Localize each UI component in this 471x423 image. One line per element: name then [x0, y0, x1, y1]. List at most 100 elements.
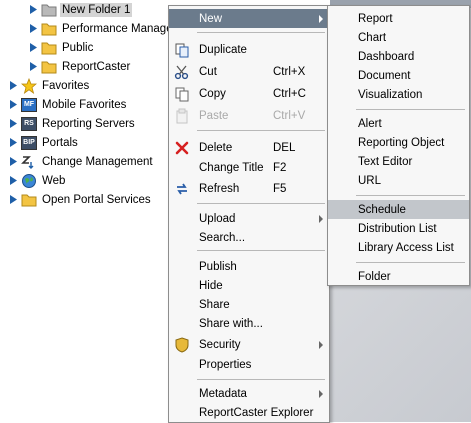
tree-item-label: Mobile Favorites: [42, 98, 127, 111]
menu-item-publish[interactable]: Publish: [169, 257, 329, 276]
submenu-arrow-icon: [319, 215, 323, 223]
menu-separator: [197, 203, 325, 204]
menu-item-label: Library Access List: [358, 241, 454, 254]
menu-item-label: Distribution List: [358, 222, 437, 235]
expand-arrow-icon[interactable]: [8, 171, 18, 190]
tree-item-label: Public: [62, 41, 94, 54]
menu-item-label: Alert: [358, 117, 382, 130]
expand-arrow-icon[interactable]: [8, 114, 18, 133]
paste-icon: [174, 108, 190, 124]
tree-item-label: Web: [42, 174, 66, 187]
submenu-item-schedule[interactable]: Schedule: [328, 200, 469, 219]
submenu-item-alert[interactable]: Alert: [328, 114, 469, 133]
menu-item-label: Publish: [199, 260, 237, 273]
menu-item-label: Delete: [199, 141, 233, 154]
submenu-item-url[interactable]: URL: [328, 171, 469, 190]
menu-item-cut[interactable]: Cut Ctrl+X: [169, 62, 329, 81]
expand-arrow-icon[interactable]: [28, 19, 38, 38]
menu-item-security[interactable]: Security: [169, 335, 329, 354]
menu-item-label: Hide: [199, 279, 223, 292]
menu-item-label: Duplicate: [199, 43, 247, 56]
tree-item-change-management[interactable]: Change Management: [8, 152, 155, 171]
menu-separator: [197, 379, 325, 380]
menu-item-delete[interactable]: Delete DEL: [169, 138, 329, 157]
expand-arrow-icon[interactable]: [8, 190, 18, 209]
tree-item-portals[interactable]: BIP Portals: [8, 133, 80, 152]
submenu-item-library-access-list[interactable]: Library Access List: [328, 238, 469, 257]
menu-item-share-with[interactable]: Share with...: [169, 314, 329, 333]
tree-item-label: Performance Managem: [62, 22, 183, 35]
tree-item-new-folder-1[interactable]: New Folder 1: [28, 0, 133, 19]
menu-item-change-title[interactable]: Change Title F2: [169, 158, 329, 177]
menu-item-shortcut: Ctrl+C: [273, 87, 306, 100]
submenu-item-text-editor[interactable]: Text Editor: [328, 152, 469, 171]
tree-item-open-portal-services[interactable]: Open Portal Services: [8, 190, 153, 209]
menu-item-label: Reporting Object: [358, 136, 445, 149]
tree-item-performance-management[interactable]: Performance Managem: [28, 19, 184, 38]
menu-item-refresh[interactable]: Refresh F5: [169, 179, 329, 198]
menu-item-label: Dashboard: [358, 50, 415, 63]
menu-item-label: Refresh: [199, 182, 240, 195]
scissors-icon: [174, 64, 190, 80]
submenu-item-visualization[interactable]: Visualization: [328, 85, 469, 104]
submenu-item-report[interactable]: Report: [328, 9, 469, 28]
tree-item-reporting-servers[interactable]: RS Reporting Servers: [8, 114, 137, 133]
tree-item-label: Change Management: [42, 155, 153, 168]
menu-item-new[interactable]: New: [169, 9, 329, 28]
menu-item-label: Folder: [358, 270, 391, 283]
folder-icon: [41, 59, 57, 75]
tree-item-label: Portals: [42, 136, 78, 149]
menu-item-duplicate[interactable]: Duplicate: [169, 40, 329, 59]
menu-item-shortcut: Ctrl+X: [273, 65, 306, 78]
menu-item-metadata[interactable]: Metadata: [169, 384, 329, 403]
expand-arrow-icon[interactable]: [8, 95, 18, 114]
tree-item-favorites[interactable]: Favorites: [8, 76, 91, 95]
menu-separator: [197, 130, 325, 131]
menu-item-shortcut: F2: [273, 161, 287, 174]
menu-separator: [356, 195, 465, 196]
menu-item-shortcut: DEL: [273, 141, 296, 154]
submenu-item-dashboard[interactable]: Dashboard: [328, 47, 469, 66]
tree-item-label: Reporting Servers: [42, 117, 135, 130]
menu-item-shortcut: F5: [273, 182, 287, 195]
expand-arrow-icon[interactable]: [8, 152, 18, 171]
menu-item-upload[interactable]: Upload: [169, 209, 329, 228]
expand-arrow-icon[interactable]: [28, 57, 38, 76]
submenu-item-distribution-list[interactable]: Distribution List: [328, 219, 469, 238]
menu-item-label: Chart: [358, 31, 387, 44]
tree-item-mobile-favorites[interactable]: MF Mobile Favorites: [8, 95, 128, 114]
refresh-icon: [174, 181, 190, 197]
menu-item-label: Metadata: [199, 387, 247, 400]
expand-arrow-icon[interactable]: [28, 38, 38, 57]
tree-item-public[interactable]: Public: [28, 38, 95, 57]
menu-item-reportcaster-explorer[interactable]: ReportCaster Explorer: [169, 403, 329, 422]
submenu-item-chart[interactable]: Chart: [328, 28, 469, 47]
menu-item-label: Schedule: [358, 203, 406, 216]
tree-item-reportcaster[interactable]: ReportCaster: [28, 57, 132, 76]
menu-item-label: Text Editor: [358, 155, 413, 168]
menu-item-hide[interactable]: Hide: [169, 276, 329, 295]
menu-item-label: Document: [358, 69, 411, 82]
tree-item-label: Favorites: [42, 79, 90, 92]
menu-item-label: Share: [199, 298, 230, 311]
menu-item-properties[interactable]: Properties: [169, 355, 329, 374]
expand-arrow-icon[interactable]: [28, 0, 38, 19]
tree-item-label: New Folder 1: [60, 2, 133, 17]
menu-item-search[interactable]: Search...: [169, 228, 329, 247]
submenu-item-reporting-object[interactable]: Reporting Object: [328, 133, 469, 152]
expand-arrow-icon[interactable]: [8, 76, 18, 95]
duplicate-icon: [174, 42, 190, 58]
submenu-item-folder[interactable]: Folder: [328, 267, 469, 286]
menu-item-paste[interactable]: Paste Ctrl+V: [169, 106, 329, 125]
tree-item-web[interactable]: Web: [8, 171, 67, 190]
menu-item-share[interactable]: Share: [169, 295, 329, 314]
expand-arrow-icon[interactable]: [8, 133, 18, 152]
shield-icon: [174, 336, 190, 353]
reporting-servers-badge: RS: [21, 116, 37, 131]
menu-separator: [356, 109, 465, 110]
menu-item-label: Paste: [199, 109, 229, 122]
submenu-item-document[interactable]: Document: [328, 66, 469, 85]
tree-item-label: ReportCaster: [62, 60, 131, 73]
menu-item-label: ReportCaster Explorer: [199, 406, 314, 419]
menu-item-copy[interactable]: Copy Ctrl+C: [169, 84, 329, 103]
